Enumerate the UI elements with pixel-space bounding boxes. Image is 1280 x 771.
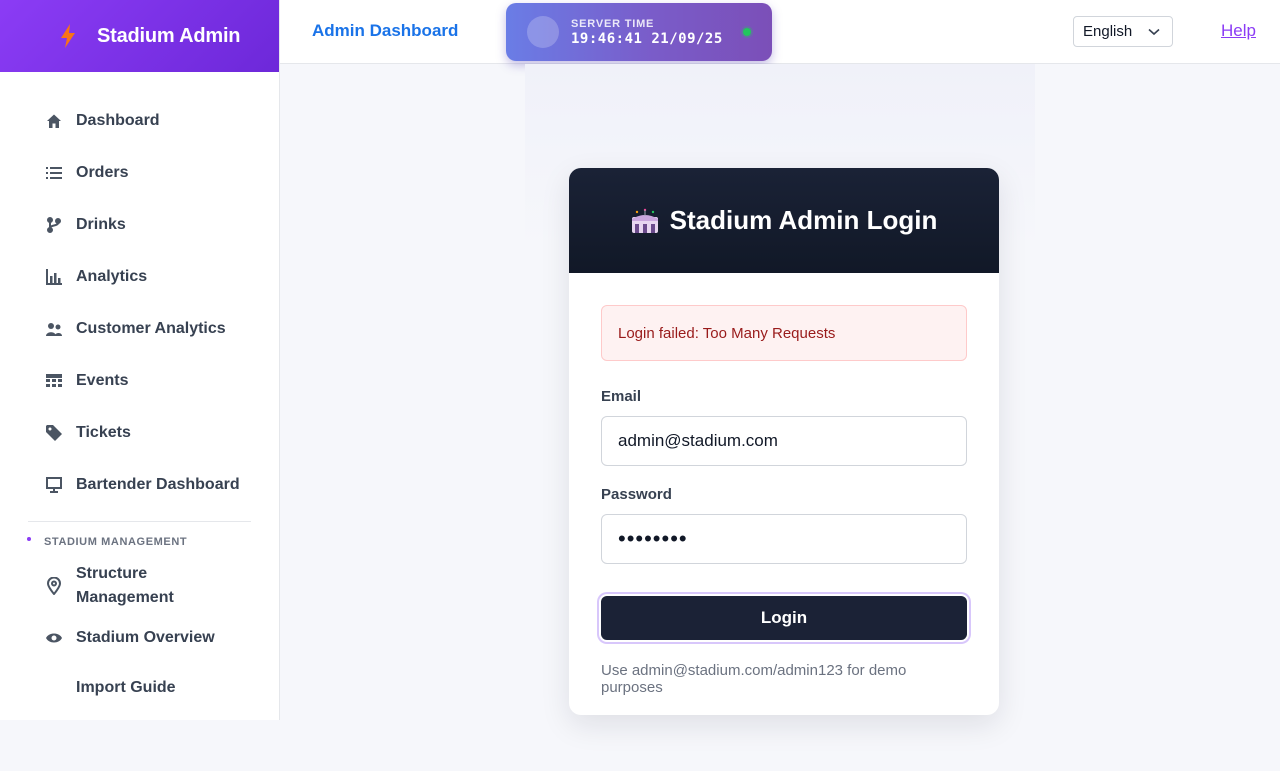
stadium-icon — [631, 207, 659, 235]
server-time-widget: SERVER TIME 19:46:41 21/09/25 — [506, 3, 772, 61]
sidebar-item-label: Bartender Dashboard — [76, 476, 240, 493]
sidebar: Stadium Admin Dashboard Orders Drinks An… — [0, 0, 280, 720]
language-select[interactable]: English — [1073, 16, 1173, 47]
sidebar-section-header: STADIUM MANAGEMENT — [0, 526, 279, 558]
password-field[interactable] — [601, 514, 967, 564]
brand-title: Stadium Admin — [97, 24, 241, 47]
sidebar-nav: Dashboard Orders Drinks Analytics Custom… — [0, 72, 279, 511]
chevron-down-icon — [1148, 23, 1160, 41]
sidebar-item-label: Drinks — [76, 216, 126, 233]
sidebar-item-label: Tickets — [76, 424, 131, 441]
login-button[interactable]: Login — [601, 596, 967, 640]
bar-chart-icon — [46, 269, 62, 285]
server-time-text: SERVER TIME 19:46:41 21/09/25 — [571, 18, 723, 47]
map-pin-icon — [46, 577, 62, 595]
page-title[interactable]: Admin Dashboard — [312, 21, 458, 41]
demo-hint: Use admin@stadium.com/admin123 for demo … — [601, 662, 907, 696]
sidebar-item-label: Import Guide — [76, 679, 176, 696]
sidebar-item-label: Analytics — [76, 268, 148, 285]
sidebar-item-drinks[interactable]: Drinks — [0, 199, 279, 251]
section-title: STADIUM MANAGEMENT — [44, 536, 188, 548]
branch-icon — [46, 217, 62, 233]
sidebar-item-label: Stadium Overview — [76, 629, 215, 646]
sidebar-item-label: Structure Management — [76, 565, 174, 606]
language-value: English — [1083, 23, 1133, 40]
server-time-label: SERVER TIME — [571, 17, 655, 30]
sidebar-nav-management: Structure Management Stadium Overview Im… — [0, 558, 279, 714]
sidebar-item-structure-management[interactable]: Structure Management — [0, 558, 279, 614]
topbar: Admin Dashboard SERVER TIME 19:46:41 21/… — [280, 0, 1280, 64]
sidebar-item-label: Events — [76, 372, 129, 389]
home-icon — [46, 113, 62, 129]
sidebar-item-orders[interactable]: Orders — [0, 147, 279, 199]
sidebar-item-tickets[interactable]: Tickets — [0, 407, 279, 459]
sidebar-divider — [28, 521, 251, 522]
server-time-value: 19:46:41 21/09/25 — [571, 30, 723, 47]
error-alert: Login failed: Too Many Requests — [601, 305, 967, 361]
sidebar-item-analytics[interactable]: Analytics — [0, 251, 279, 303]
clock-icon — [527, 16, 559, 48]
lightning-icon — [58, 23, 78, 49]
calendar-icon — [46, 373, 62, 389]
sidebar-item-dashboard[interactable]: Dashboard — [0, 95, 279, 147]
list-icon — [46, 165, 62, 181]
sidebar-item-label: Customer Analytics — [76, 320, 226, 337]
section-dot — [27, 537, 31, 541]
sidebar-item-events[interactable]: Events — [0, 355, 279, 407]
email-field[interactable] — [601, 416, 967, 466]
sidebar-item-bartender-dashboard[interactable]: Bartender Dashboard — [0, 459, 279, 511]
eye-icon — [46, 630, 62, 646]
login-title: Stadium Admin Login — [669, 205, 938, 235]
sidebar-item-stadium-overview[interactable]: Stadium Overview — [0, 614, 279, 662]
server-status-dot — [743, 28, 751, 36]
password-label: Password — [601, 486, 672, 503]
help-link[interactable]: Help — [1221, 21, 1256, 41]
tag-icon — [46, 425, 62, 441]
users-icon — [46, 321, 62, 337]
monitor-icon — [46, 477, 62, 493]
brand[interactable]: Stadium Admin — [0, 0, 279, 72]
email-label: Email — [601, 388, 642, 405]
sidebar-item-customer-analytics[interactable]: Customer Analytics — [0, 303, 279, 355]
sidebar-item-label: Orders — [76, 164, 129, 181]
login-header: Stadium Admin Login — [569, 168, 999, 273]
sidebar-item-import-guide[interactable]: Import Guide — [0, 662, 279, 714]
login-form: Login failed: Too Many Requests Email Pa… — [569, 273, 999, 696]
login-card: Stadium Admin Login Login failed: Too Ma… — [569, 168, 999, 715]
sidebar-item-label: Dashboard — [76, 112, 160, 129]
